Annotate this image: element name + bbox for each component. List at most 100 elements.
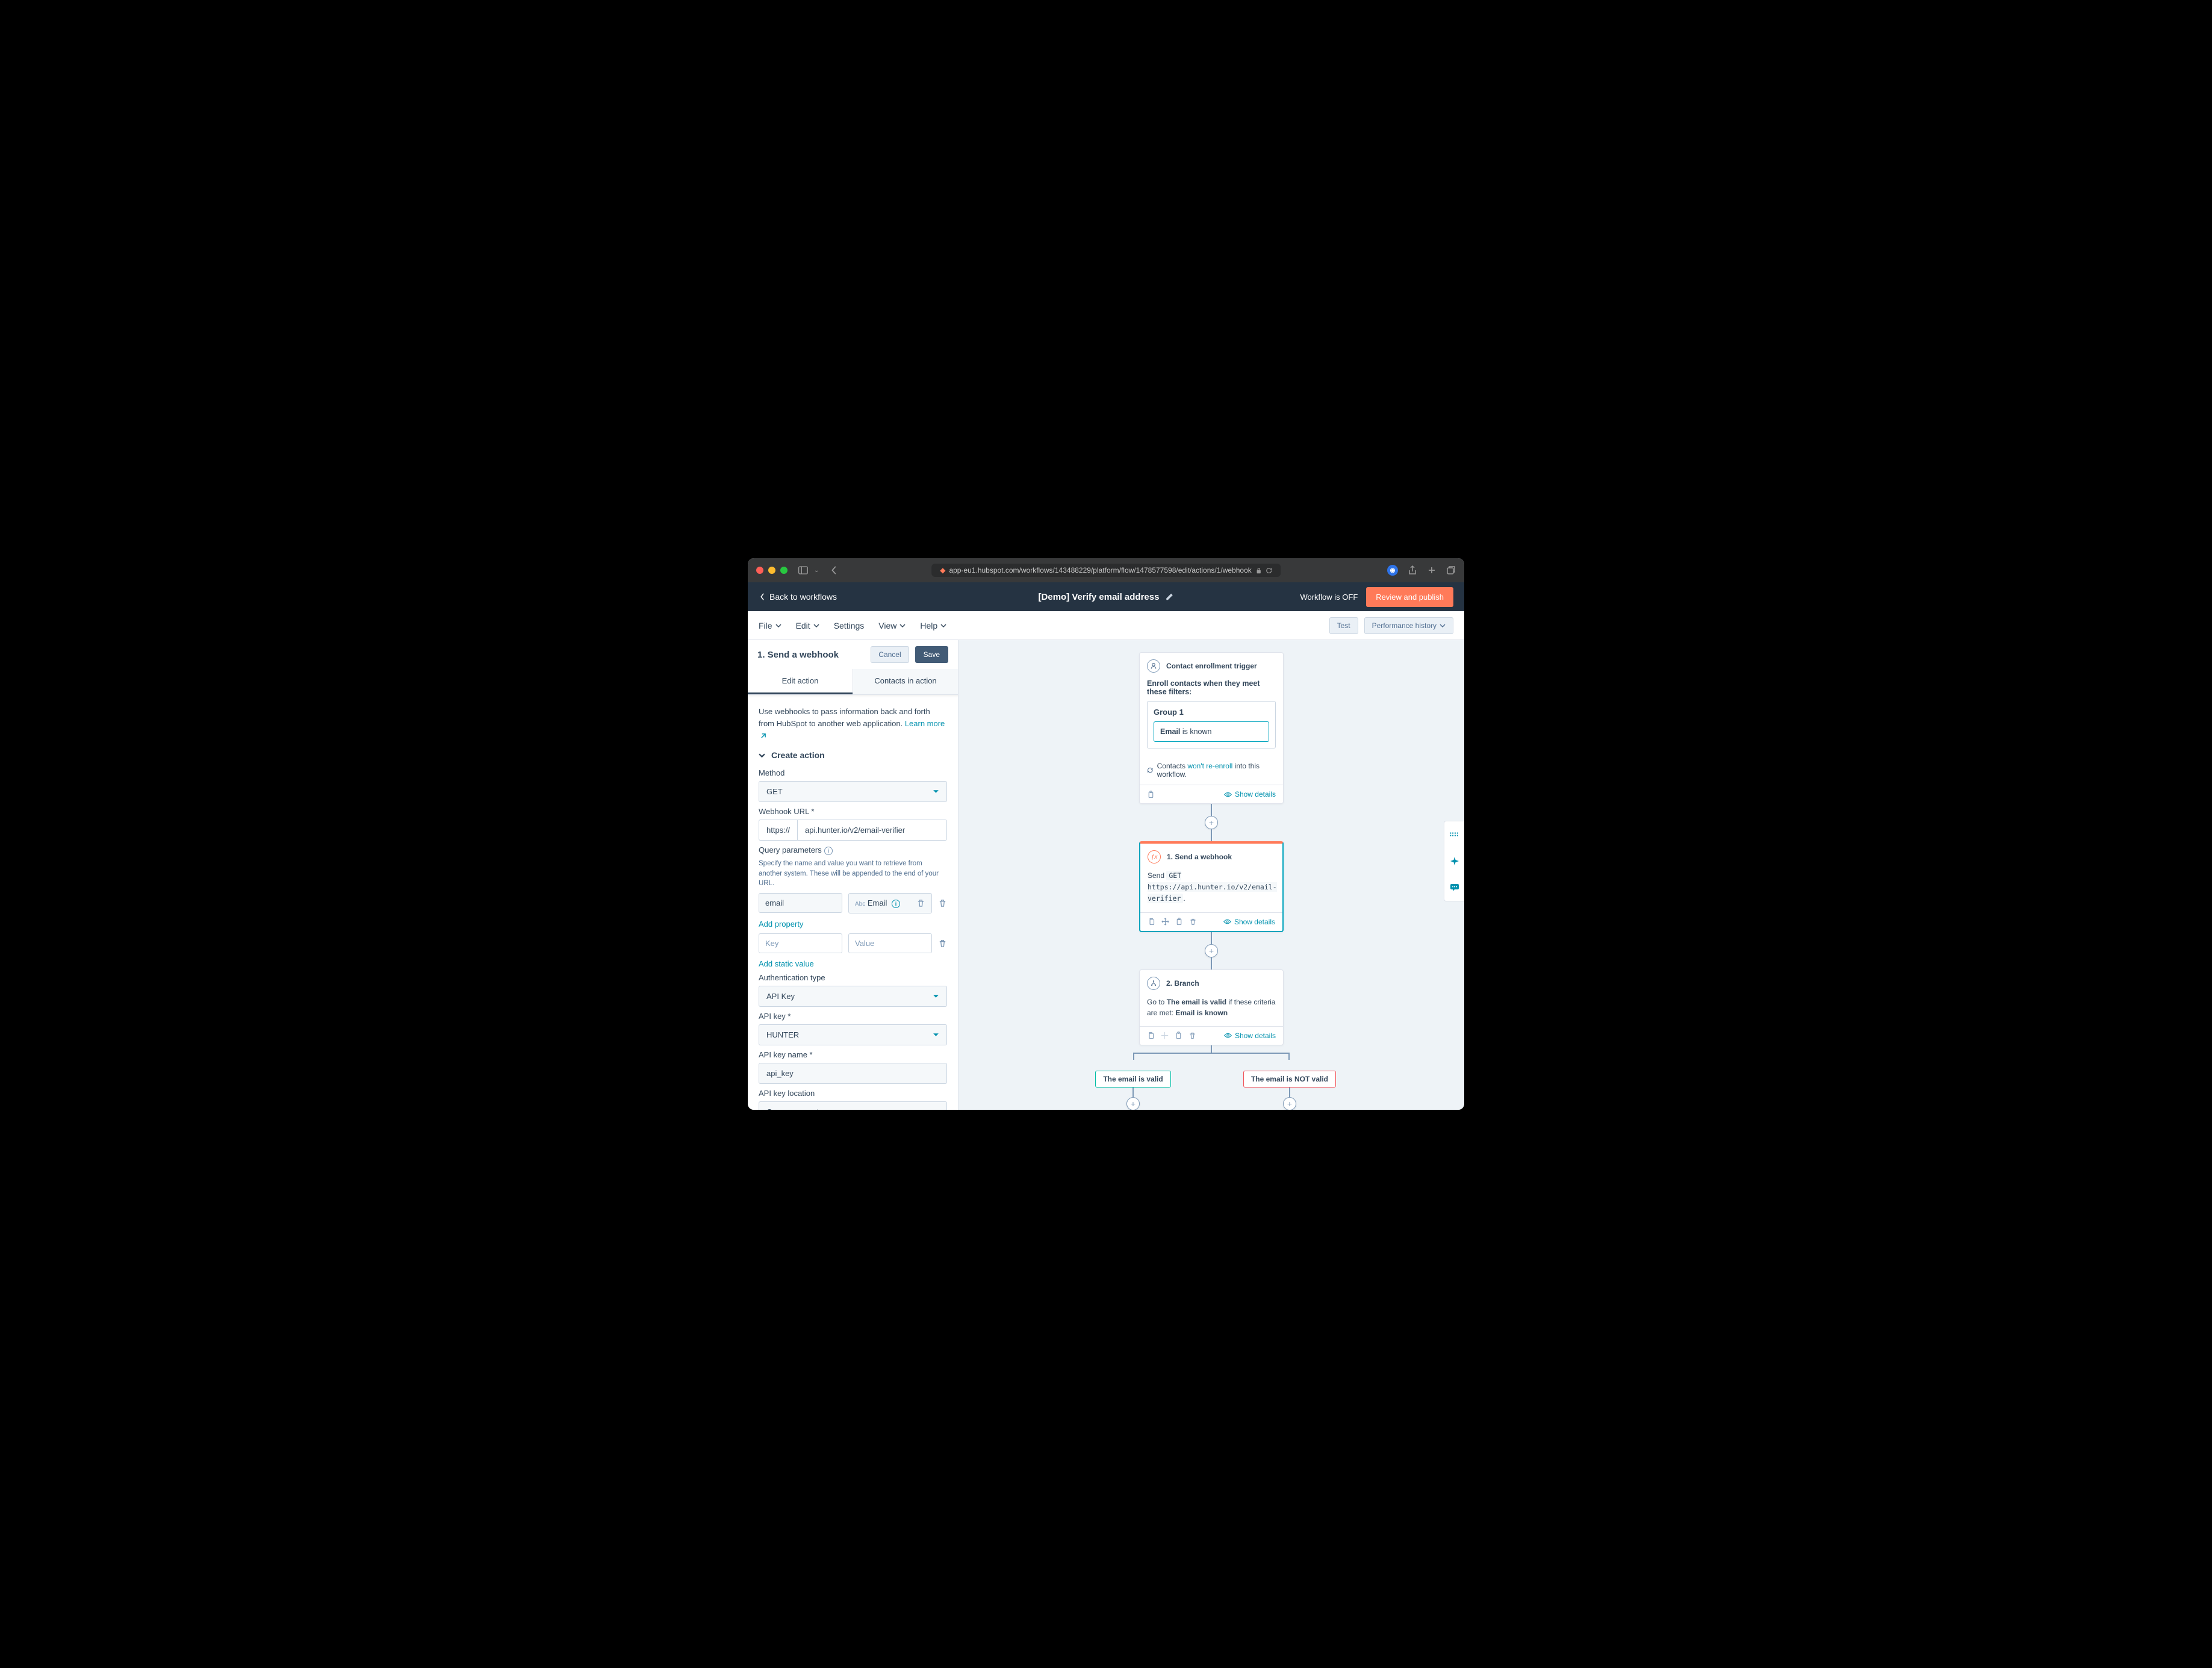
qp-value-new[interactable]: Value — [848, 933, 932, 953]
section-create-action[interactable]: Create action — [748, 742, 958, 764]
api-key-name-input[interactable] — [759, 1063, 947, 1084]
tabs-icon[interactable] — [1446, 565, 1456, 575]
query-params-hint: Specify the name and value you want to r… — [759, 859, 947, 888]
step2-body: Go to The email is valid if these criter… — [1140, 997, 1283, 1026]
add-step-button[interactable]: + — [1205, 816, 1218, 829]
maximize-window-icon[interactable] — [780, 567, 788, 574]
chevron-down-icon[interactable]: ⌄ — [814, 567, 819, 574]
branch-valid-label[interactable]: The email is valid — [1095, 1071, 1170, 1088]
branch-step-card[interactable]: 2. Branch Go to The email is valid if th… — [1139, 969, 1284, 1045]
menu-help[interactable]: Help — [920, 621, 946, 630]
show-details-link[interactable]: Show details — [1224, 1032, 1276, 1040]
connector — [1211, 804, 1212, 816]
delete-row-icon[interactable] — [938, 898, 947, 907]
action-editor-panel: 1. Send a webhook Cancel Save Edit actio… — [748, 640, 958, 1110]
performance-history-button[interactable]: Performance history — [1364, 617, 1453, 634]
ai-sparkle-button[interactable] — [1444, 848, 1464, 874]
shield-icon[interactable]: ◉ — [1387, 565, 1398, 576]
add-property-link[interactable]: Add property — [748, 913, 958, 929]
cancel-button[interactable]: Cancel — [871, 646, 909, 663]
branch-invalid-column: The email is NOT valid + END — [1211, 1060, 1368, 1110]
contact-icon — [1147, 659, 1160, 673]
qp-key-1[interactable]: email — [759, 893, 842, 913]
move-icon[interactable] — [1161, 918, 1169, 926]
auth-type-label: Authentication type — [759, 973, 947, 982]
method-select[interactable]: GET — [759, 781, 947, 802]
clipboard-icon[interactable] — [1175, 1032, 1182, 1039]
tab-edit-action[interactable]: Edit action — [748, 669, 853, 694]
save-button[interactable]: Save — [915, 646, 948, 663]
menu-view[interactable]: View — [878, 621, 906, 630]
api-key-name-label: API key name * — [759, 1050, 947, 1059]
show-details-link[interactable]: Show details — [1223, 918, 1275, 926]
hubspot-icon: ◆ — [940, 566, 945, 574]
step1-body: Send GET https://api.hunter.io/v2/email-… — [1140, 870, 1282, 912]
menu-file[interactable]: File — [759, 621, 781, 630]
delete-row-icon[interactable] — [938, 939, 947, 948]
share-icon[interactable] — [1408, 565, 1417, 575]
menu-edit[interactable]: Edit — [796, 621, 819, 630]
reenroll-link[interactable]: won't re-enroll — [1187, 762, 1232, 770]
address-bar[interactable]: ◆ app-eu1.hubspot.com/workflows/14348822… — [931, 564, 1281, 577]
connector — [1211, 957, 1212, 969]
caret-down-icon — [933, 1109, 939, 1110]
filter-chip[interactable]: Email is known — [1154, 721, 1269, 742]
step1-title: 1. Send a webhook — [1167, 853, 1232, 861]
step2-title: 2. Branch — [1166, 979, 1199, 988]
qp-key-new[interactable]: Key — [759, 933, 842, 953]
copy-icon[interactable] — [1147, 1032, 1155, 1039]
chevron-down-icon — [759, 752, 765, 759]
delete-icon[interactable] — [1189, 918, 1197, 926]
api-key-select[interactable]: HUNTER — [759, 1024, 947, 1045]
delete-icon[interactable] — [1188, 1032, 1196, 1039]
caret-down-icon — [933, 788, 939, 795]
copy-icon[interactable] — [1148, 918, 1155, 926]
menu-settings[interactable]: Settings — [834, 621, 865, 630]
back-to-workflows[interactable]: Back to workflows — [759, 592, 837, 602]
api-key-label: API key * — [759, 1012, 947, 1021]
info-icon[interactable]: i — [892, 900, 900, 908]
minimap-button[interactable]: ▪▪▪▪▪▪▪▪ — [1444, 821, 1464, 848]
branch-invalid-label[interactable]: The email is NOT valid — [1243, 1071, 1336, 1088]
delete-icon[interactable] — [916, 898, 925, 907]
webhook-step-card[interactable]: ƒx 1. Send a webhook Send GET https://ap… — [1139, 841, 1284, 932]
back-icon[interactable] — [831, 566, 836, 574]
caret-down-icon — [933, 993, 939, 1000]
workflow-status: Workflow is OFF — [1300, 593, 1358, 602]
panel-scroll[interactable]: Use webhooks to pass information back an… — [748, 695, 958, 1110]
trigger-card[interactable]: Contact enrollment trigger Enroll contac… — [1139, 652, 1284, 804]
auth-type-select[interactable]: API Key — [759, 986, 947, 1007]
info-icon[interactable]: i — [824, 847, 833, 855]
test-button[interactable]: Test — [1329, 617, 1358, 634]
webhook-url-input[interactable] — [797, 820, 947, 841]
api-key-location-select[interactable]: Query parameters — [759, 1101, 947, 1110]
clipboard-icon[interactable] — [1175, 918, 1183, 926]
fx-icon: ƒx — [1148, 850, 1161, 864]
connector — [1289, 1088, 1290, 1097]
toolbar: File Edit Settings View Help Test Perfor… — [748, 611, 1464, 640]
minimize-window-icon[interactable] — [768, 567, 775, 574]
close-window-icon[interactable] — [756, 567, 763, 574]
clipboard-icon[interactable] — [1147, 791, 1155, 798]
app-header: Back to workflows [Demo] Verify email ad… — [748, 582, 1464, 611]
eye-icon — [1224, 791, 1232, 798]
move-icon — [1161, 1032, 1169, 1039]
feedback-button[interactable] — [1444, 874, 1464, 901]
trigger-title: Contact enrollment trigger — [1166, 662, 1257, 670]
query-params-label: Query parametersi — [759, 845, 947, 855]
refresh-icon[interactable] — [1266, 567, 1272, 574]
window-controls — [756, 567, 788, 574]
add-step-button[interactable]: + — [1126, 1097, 1140, 1110]
add-step-button[interactable]: + — [1283, 1097, 1296, 1110]
add-step-button[interactable]: + — [1205, 944, 1218, 957]
new-tab-icon[interactable] — [1427, 565, 1437, 575]
add-static-value-link[interactable]: Add static value — [748, 953, 958, 968]
edit-title-icon[interactable] — [1165, 593, 1173, 601]
sidebar-toggle-icon[interactable] — [798, 566, 808, 574]
filter-group: Group 1 Email is known — [1147, 701, 1276, 748]
qp-value-1[interactable]: Abc Email i — [848, 893, 932, 913]
review-publish-button[interactable]: Review and publish — [1366, 587, 1453, 607]
workflow-canvas[interactable]: Contact enrollment trigger Enroll contac… — [958, 640, 1464, 1110]
show-details-link[interactable]: Show details — [1224, 790, 1276, 798]
tab-contacts-in-action[interactable]: Contacts in action — [853, 669, 958, 694]
